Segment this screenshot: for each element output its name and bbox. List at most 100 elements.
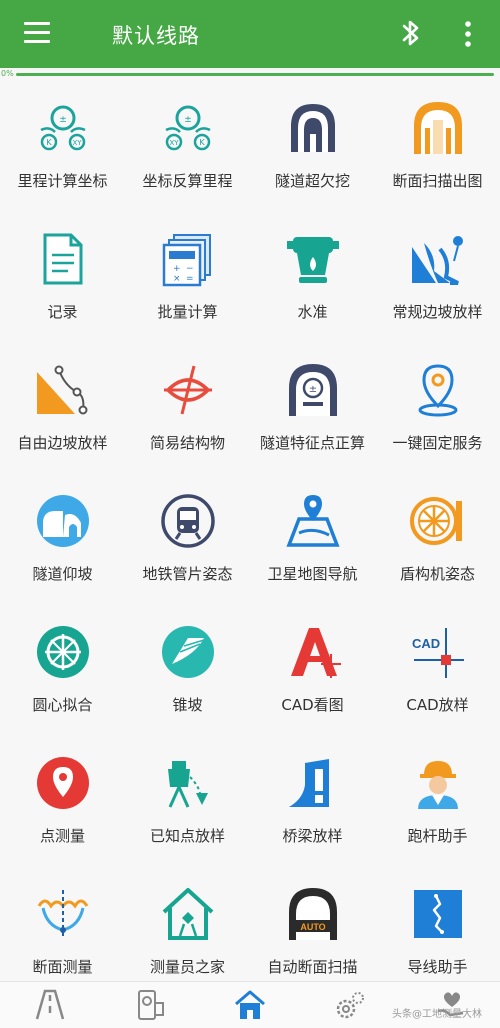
slope-stakeout-icon — [412, 236, 463, 285]
tool-circle-fit[interactable]: 圆心拟合 — [0, 616, 125, 747]
tool-simple-structure[interactable]: 简易结构物 — [125, 354, 250, 485]
svg-text:XY: XY — [72, 139, 82, 147]
tunnel-feature-point-icon: ± — [289, 364, 337, 416]
tool-pole-assistant[interactable]: 跑杆助手 — [375, 747, 500, 878]
tool-metro-segment[interactable]: 地铁管片姿态 — [125, 485, 250, 616]
tool-label: 水准 — [297, 303, 328, 321]
cad-stakeout-icon: CAD — [412, 628, 464, 678]
tool-coordinate-to-mileage[interactable]: ± XY K 坐标反算里程 — [125, 92, 250, 223]
settings-gear-icon[interactable] — [333, 989, 367, 1021]
satellite-map-icon — [286, 495, 340, 547]
more-vertical-icon[interactable] — [458, 18, 478, 50]
tool-surveyor-home[interactable]: 测量员之家 — [125, 878, 250, 980]
tool-free-slope[interactable]: 自由边坡放样 — [0, 354, 125, 485]
tool-label: 跑杆助手 — [407, 827, 468, 845]
tool-label: 断面扫描出图 — [392, 172, 483, 190]
tool-known-point-stakeout[interactable]: 已知点放样 — [125, 747, 250, 878]
svg-text:XY: XY — [169, 139, 179, 147]
tool-label: 隧道超欠挖 — [274, 172, 350, 190]
auto-section-scan-icon: AUTO — [289, 888, 337, 940]
simple-structure-icon — [164, 365, 212, 415]
tool-shield-machine[interactable]: 盾构机姿态 — [375, 485, 500, 616]
tool-label: 里程计算坐标 — [17, 172, 108, 190]
tool-cad-viewer[interactable]: CAD看图 — [250, 616, 375, 747]
tool-tunnel-slope[interactable]: 隧道仰坡 — [0, 485, 125, 616]
shield-machine-icon — [410, 497, 462, 545]
tool-bridge-stakeout[interactable]: 桥梁放样 — [250, 747, 375, 878]
tool-label: 点测量 — [39, 827, 85, 845]
progress-track — [16, 73, 494, 76]
road-icon[interactable] — [33, 989, 67, 1021]
home-icon[interactable] — [233, 989, 267, 1021]
tool-label: 一键固定服务 — [392, 434, 483, 452]
tunnel-slope-icon — [37, 495, 89, 547]
tool-label: 盾构机姿态 — [399, 565, 475, 583]
tool-label: 已知点放样 — [149, 827, 225, 845]
tool-label: 简易结构物 — [149, 434, 225, 452]
cad-viewer-icon — [291, 628, 341, 678]
metro-train-icon — [161, 494, 215, 548]
tool-label: 圆心拟合 — [32, 696, 93, 714]
tool-slope-stakeout[interactable]: 常规边坡放样 — [375, 223, 500, 354]
svg-text:K: K — [199, 138, 205, 147]
tool-label: 记录 — [47, 303, 78, 321]
known-point-stakeout-icon — [168, 761, 208, 808]
hamburger-menu-icon[interactable] — [24, 22, 52, 44]
tool-label: 导线助手 — [407, 958, 468, 976]
point-measure-icon — [37, 757, 89, 809]
svg-text:+: + — [173, 264, 181, 274]
tool-label: 隧道仰坡 — [32, 565, 93, 583]
mileage-to-coordinate-icon: ± K XY — [40, 105, 86, 151]
tool-label: CAD看图 — [281, 696, 344, 714]
location-pin-icon — [418, 364, 458, 417]
tool-tunnel-overbreak[interactable]: 隧道超欠挖 — [250, 92, 375, 223]
tool-level[interactable]: 水准 — [250, 223, 375, 354]
app-header: 默认线路 — [0, 0, 500, 68]
tool-label: 桥梁放样 — [282, 827, 343, 845]
svg-text:±: ± — [184, 115, 192, 125]
tool-label: 常规边坡放样 — [392, 303, 483, 321]
page-title: 默认线路 — [112, 24, 200, 48]
tool-record[interactable]: 记录 — [0, 223, 125, 354]
tool-section-scan[interactable]: 断面扫描出图 — [375, 92, 500, 223]
svg-text:AUTO: AUTO — [300, 922, 325, 932]
tool-label: 锥坡 — [172, 696, 203, 714]
tool-section-measure[interactable]: 断面测量 — [0, 878, 125, 980]
tool-label: 自动断面扫描 — [267, 958, 358, 976]
svg-text:K: K — [46, 138, 52, 147]
level-instrument-icon — [287, 237, 339, 283]
tool-label: CAD放样 — [406, 696, 469, 714]
svg-text:CAD: CAD — [412, 636, 440, 651]
tool-cad-stakeout[interactable]: CAD CAD放样 — [375, 616, 500, 747]
tool-grid: ± K XY 里程计算坐标 ± XY K 坐标反算里程 隧道超欠挖 断面扫描出图… — [0, 92, 500, 980]
svg-text:=: = — [186, 274, 194, 284]
tool-tunnel-feature-point[interactable]: ± 隧道特征点正算 — [250, 354, 375, 485]
tool-label: 批量计算 — [157, 303, 218, 321]
tool-point-measure[interactable]: 点测量 — [0, 747, 125, 878]
worker-helmet-icon — [418, 761, 458, 809]
batch-calculator-icon: + − × = — [162, 234, 211, 287]
bluetooth-icon[interactable] — [396, 16, 426, 50]
tool-traverse-assistant[interactable]: 导线助手 — [375, 878, 500, 980]
tool-label: 卫星地图导航 — [267, 565, 358, 583]
tool-location-service[interactable]: 一键固定服务 — [375, 354, 500, 485]
tool-label: 自由边坡放样 — [17, 434, 108, 452]
tool-batch-calc[interactable]: + − × = 批量计算 — [125, 223, 250, 354]
bridge-stakeout-icon — [289, 759, 329, 807]
tool-satellite-map[interactable]: 卫星地图导航 — [250, 485, 375, 616]
svg-text:±: ± — [309, 384, 317, 395]
cone-slope-icon — [162, 626, 214, 678]
free-slope-icon — [37, 365, 88, 415]
tool-mileage-to-coordinate[interactable]: ± K XY 里程计算坐标 — [0, 92, 125, 223]
tool-label: 测量员之家 — [149, 958, 225, 976]
watermark: 头条@工地测量大林 — [392, 1009, 482, 1020]
phone-instrument-icon[interactable] — [133, 989, 167, 1021]
progress-bar: 0% — [0, 68, 500, 90]
traverse-map-icon — [414, 890, 462, 938]
tool-label: 坐标反算里程 — [142, 172, 233, 190]
record-document-icon — [43, 233, 83, 285]
tool-auto-section-scan[interactable]: AUTO 自动断面扫描 — [250, 878, 375, 980]
progress-label: 0% — [1, 69, 14, 78]
tool-cone-slope[interactable]: 锥坡 — [125, 616, 250, 747]
circle-fit-icon — [37, 626, 89, 678]
